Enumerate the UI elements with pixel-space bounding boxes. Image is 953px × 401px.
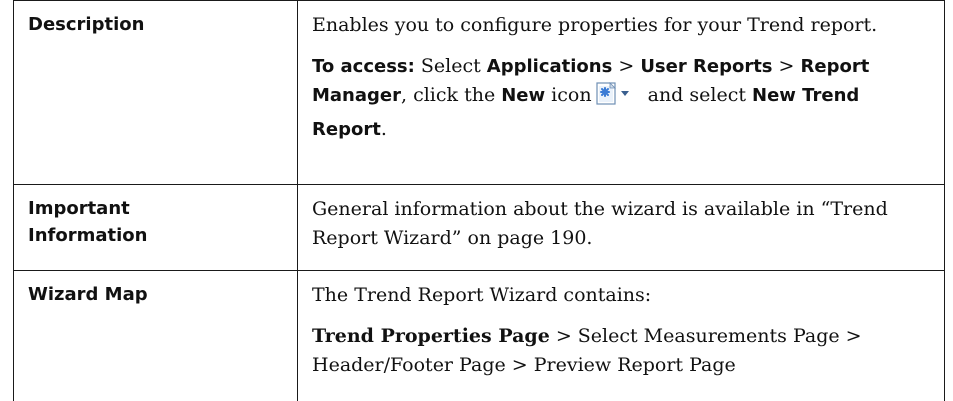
description-cell: Enables you to configure properties for … bbox=[297, 0, 945, 185]
header-line: Information bbox=[28, 225, 148, 246]
wizard-map-pages: Trend Properties Page > Select Measureme… bbox=[312, 322, 930, 380]
row-header-important-information: Important Information bbox=[13, 184, 298, 271]
wizard-page: Header/Footer Page bbox=[312, 354, 506, 376]
wizard-page-current: Trend Properties Page bbox=[312, 325, 550, 347]
wizard-map-intro: The Trend Report Wizard contains: bbox=[312, 284, 652, 306]
wizard-separator: > bbox=[505, 354, 534, 376]
access-label: To access: bbox=[312, 56, 415, 77]
table-row-wizard-map: Wizard Map The Trend Report Wizard conta… bbox=[13, 270, 945, 401]
wizard-separator: > bbox=[549, 325, 578, 347]
wizard-page: Select Measurements Page bbox=[577, 325, 840, 347]
access-text: icon bbox=[545, 84, 592, 106]
access-text: . bbox=[380, 118, 387, 140]
wizard-separator: > bbox=[839, 325, 862, 347]
table-row-description: Description Enables you to configure pro… bbox=[13, 0, 945, 185]
new-label: New bbox=[501, 85, 546, 106]
access-text: and select bbox=[641, 84, 753, 106]
access-instructions: To access: Select Applications > User Re… bbox=[312, 52, 930, 144]
path-separator: > bbox=[612, 55, 641, 77]
access-text: Select bbox=[414, 55, 487, 77]
dialog-info-table-container: Description Enables you to configure pro… bbox=[13, 0, 945, 401]
row-header-description: Description bbox=[13, 0, 298, 185]
table-row-important-information: Important Information General information… bbox=[13, 184, 945, 271]
menu-path-applications: Applications bbox=[486, 56, 613, 77]
important-information-cell: General information about the wizard is … bbox=[297, 184, 945, 271]
header-line: Important bbox=[28, 198, 130, 219]
wizard-page: Preview Report Page bbox=[533, 354, 736, 376]
row-header-wizard-map: Wizard Map bbox=[13, 270, 298, 401]
description-text: Enables you to configure properties for … bbox=[312, 14, 878, 36]
important-information-text: General information about the wizard is … bbox=[312, 198, 888, 249]
path-separator: > bbox=[772, 55, 801, 77]
access-text: , click the bbox=[401, 84, 502, 106]
wizard-map-cell: The Trend Report Wizard contains: Trend … bbox=[297, 270, 945, 401]
new-document-dropdown-icon bbox=[595, 82, 632, 115]
info-table: Description Enables you to configure pro… bbox=[13, 0, 945, 401]
menu-path-user-reports: User Reports bbox=[640, 56, 773, 77]
